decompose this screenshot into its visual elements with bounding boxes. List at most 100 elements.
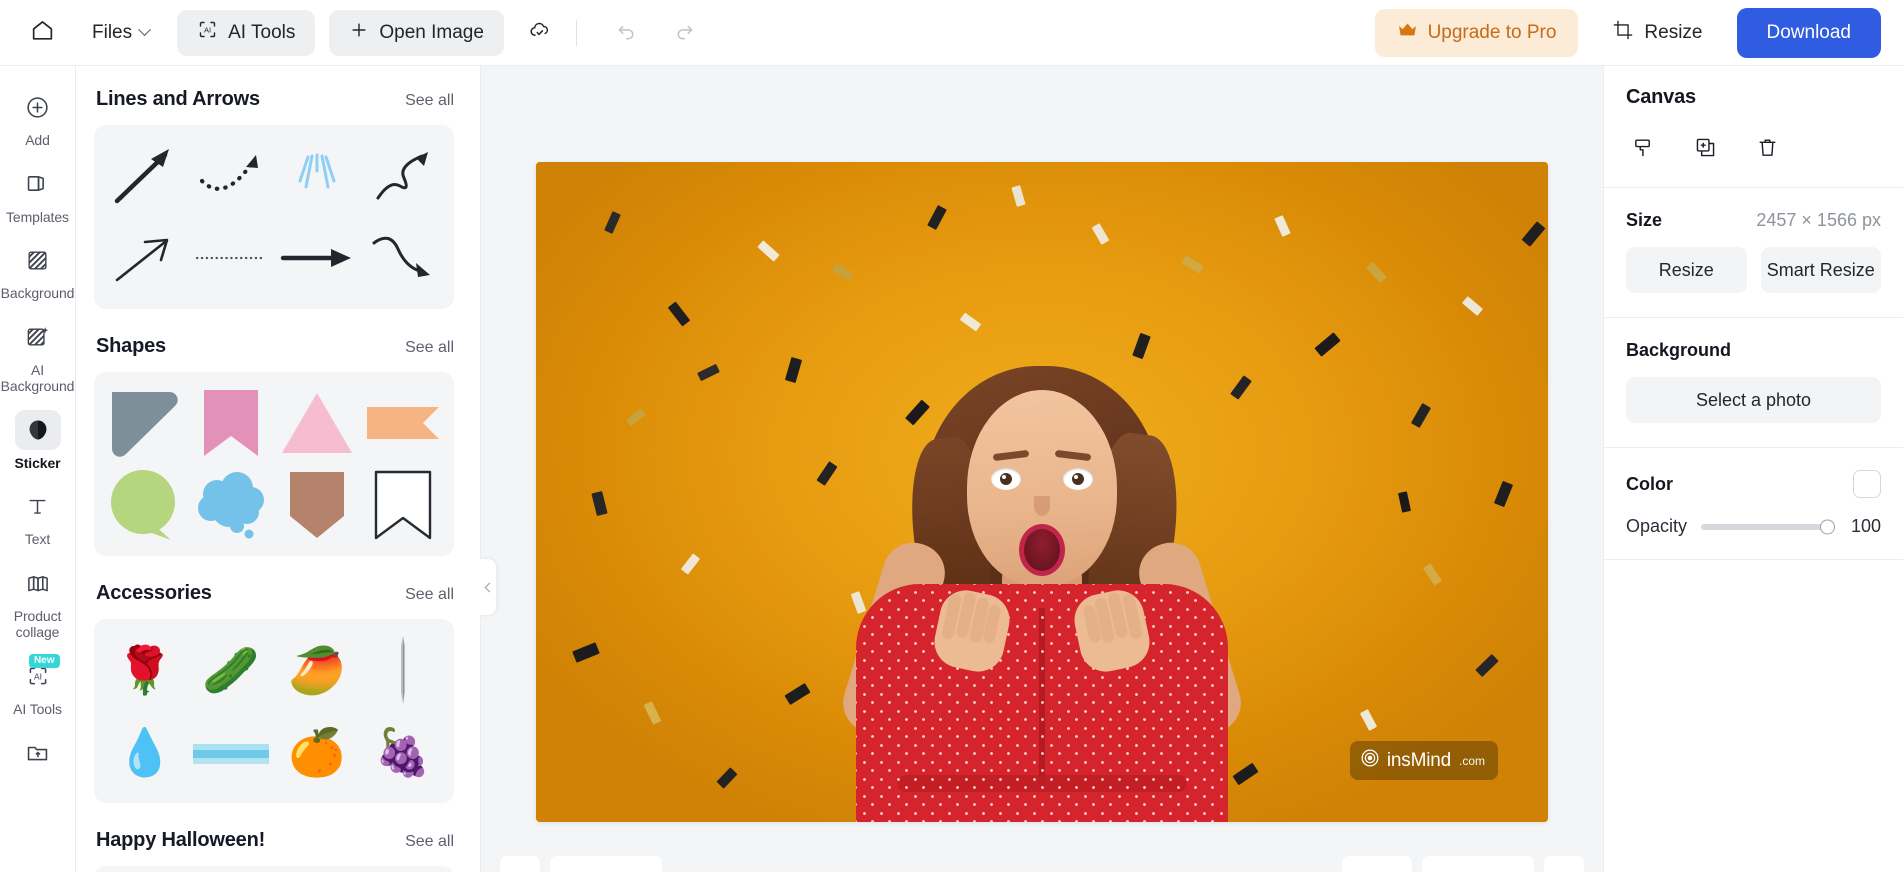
sticker-shield-pennant-brown[interactable] (276, 466, 358, 544)
sidebar-item-add[interactable]: Add (2, 80, 74, 153)
sticker-arrow-loop-up-right[interactable] (362, 137, 444, 215)
insmind-watermark: insMind .com (1349, 741, 1498, 780)
resize-button[interactable]: Resize (1626, 247, 1747, 293)
sticker-thought-cloud-blue[interactable] (190, 466, 272, 544)
sidebar-item-templates[interactable]: Templates (2, 157, 74, 230)
sidebar-item-label: Text (24, 531, 51, 548)
panel-divider (1604, 447, 1903, 448)
download-button[interactable]: Download (1736, 7, 1881, 58)
undo-button[interactable] (605, 11, 649, 55)
sticker-flag-ribbon-peach[interactable] (362, 384, 444, 462)
cloud-save-status-button[interactable] (518, 11, 562, 55)
sticker-arrow-straight-right[interactable] (276, 219, 358, 297)
canvas-stage[interactable]: insMind .com (481, 66, 1603, 872)
open-image-label: Open Image (379, 21, 484, 43)
bottom-toolbar-button[interactable] (1544, 856, 1584, 872)
canvas-tool-row (1628, 135, 1881, 165)
opacity-slider[interactable] (1701, 519, 1835, 534)
sidebar-item-ai-background[interactable]: AI Background (1, 310, 74, 399)
color-swatch[interactable] (1853, 470, 1881, 498)
background-row: Background (1626, 340, 1881, 361)
sticker-rose-flower[interactable]: 🌹 (104, 631, 186, 709)
bottom-toolbar-button[interactable] (500, 856, 540, 872)
size-row: Size 2457 × 1566 px (1626, 210, 1881, 231)
resize-button-row: Resize Smart Resize (1626, 247, 1881, 293)
ai-scan-icon: AI (197, 19, 218, 46)
sticker-fruit-basket-mix[interactable]: 🍇 (362, 713, 444, 791)
sticker-line-wavy-arrow[interactable] (362, 219, 444, 297)
sticker-grid-lines-and-arrows (94, 125, 454, 309)
section-title: Shapes (96, 335, 166, 357)
see-all-accessories[interactable]: See all (405, 586, 454, 604)
sticker-arrow-thick-up-right[interactable] (104, 137, 186, 215)
properties-panel: Canvas Size 2457 × 1566 px Resize Smart … (1603, 66, 1903, 872)
delete-canvas-button[interactable] (1752, 135, 1782, 165)
sticker-grid-happy-halloween (94, 866, 454, 872)
sticker-line-dotted-horizontal[interactable] (190, 219, 272, 297)
sidebar-item-product-collage[interactable]: Product collage (2, 556, 74, 645)
water-splash-ring-icon: 💧 (116, 726, 174, 778)
color-label: Color (1626, 473, 1673, 494)
sidebar-item-upload[interactable] (2, 725, 74, 776)
templates-icon (15, 164, 61, 204)
size-label: Size (1626, 210, 1663, 230)
upgrade-to-pro-button[interactable]: Upgrade to Pro (1374, 8, 1579, 57)
redo-button[interactable] (663, 11, 707, 55)
sticker-metal-pin-needle[interactable] (362, 631, 444, 709)
sticker-triangle-pink[interactable] (276, 384, 358, 462)
sticker-speech-bubble-green[interactable] (104, 466, 186, 544)
ai-tools-button[interactable]: AI AI Tools (177, 9, 316, 56)
section-header-lines-and-arrows: Lines and Arrows See all (94, 88, 454, 111)
section-header-accessories: Accessories See all (94, 582, 454, 605)
sticker-ribbon-banner-pink[interactable] (190, 384, 272, 462)
toolbar-divider (575, 19, 577, 46)
files-label: Files (92, 21, 133, 43)
collapse-panel-button[interactable] (480, 558, 497, 616)
sticker-bookmark-outline[interactable] (362, 466, 444, 544)
sidebar-item-text[interactable]: Text (2, 479, 74, 552)
left-rail: Add Templates Background AI Background S… (0, 66, 76, 872)
see-all-happy-halloween[interactable]: See all (405, 833, 454, 851)
opacity-slider-knob[interactable] (1820, 519, 1835, 534)
see-all-lines-and-arrows[interactable]: See all (405, 92, 454, 110)
sticker-panel: Lines and Arrows See all Shapes See all … (76, 66, 481, 872)
cucumber-slice-icon: 🥒 (202, 644, 260, 696)
see-all-shapes[interactable]: See all (405, 339, 454, 357)
open-image-button[interactable]: Open Image (329, 9, 504, 56)
bottom-toolbar-button[interactable] (1422, 856, 1534, 872)
plus-circle-icon (15, 87, 61, 127)
crop-icon (1612, 19, 1634, 47)
sidebar-item-ai-tools[interactable]: AI New AI Tools (2, 649, 74, 722)
sticker-water-splash-ring[interactable]: 💧 (104, 713, 186, 791)
size-value: 2457 × 1566 px (1756, 210, 1881, 230)
fill-canvas-button[interactable] (1628, 135, 1658, 165)
top-toolbar: Files AI AI Tools Open Image Upgrade to … (0, 0, 1903, 66)
sticker-arrow-thin-up-right[interactable] (104, 219, 186, 297)
bottom-toolbar-button[interactable] (1342, 856, 1412, 872)
bottom-toolbar-button[interactable] (550, 856, 662, 872)
sidebar-item-sticker[interactable]: Sticker (2, 403, 74, 476)
paint-roller-icon (1632, 136, 1655, 164)
undo-icon (615, 19, 638, 47)
duplicate-canvas-button[interactable] (1690, 135, 1720, 165)
sticker-grid-shapes (94, 372, 454, 556)
artboard[interactable]: insMind .com (536, 162, 1548, 822)
select-a-photo-button[interactable]: Select a photo (1626, 377, 1881, 423)
sticker-orange-with-leaf[interactable]: 🍊 (276, 713, 358, 791)
svg-text:AI: AI (204, 25, 211, 34)
sidebar-item-label: Sticker (14, 454, 61, 471)
home-button[interactable] (20, 11, 64, 55)
smart-resize-button[interactable]: Smart Resize (1760, 247, 1881, 293)
sticker-light-rays-blue[interactable] (276, 137, 358, 215)
sidebar-item-label: Product collage (13, 607, 62, 641)
files-menu-button[interactable]: Files (78, 12, 163, 54)
resize-button-top[interactable]: Resize (1596, 10, 1718, 56)
sticker-mango-fruit[interactable]: 🥭 (276, 631, 358, 709)
sticker-arrow-dotted-curve[interactable] (190, 137, 272, 215)
sidebar-item-background[interactable]: Background (1, 233, 74, 306)
sticker-water-surface-strip[interactable] (190, 713, 272, 791)
panel-title-canvas: Canvas (1626, 86, 1696, 108)
panel-divider (1604, 317, 1903, 318)
sticker-triangle-corner-slate[interactable] (104, 384, 186, 462)
sticker-cucumber-slice[interactable]: 🥒 (190, 631, 272, 709)
